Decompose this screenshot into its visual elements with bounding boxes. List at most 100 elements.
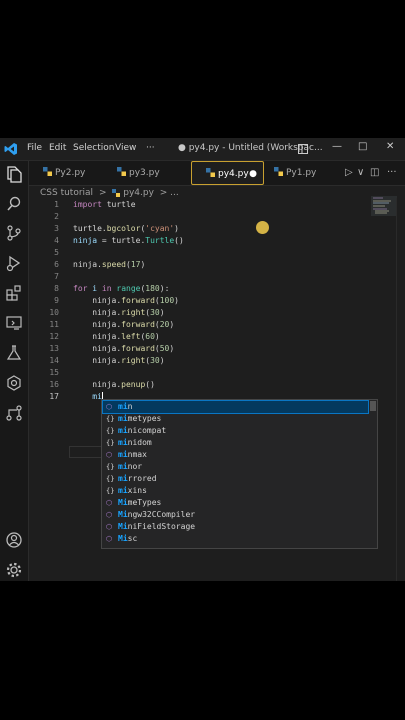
title-bar: File Edit Selection View ··· ● py4.py - … bbox=[0, 138, 405, 161]
suggestion-item[interactable]: ⬡ MiniFieldStorage bbox=[103, 521, 368, 533]
tab-label: py4.py bbox=[218, 169, 249, 179]
suggestion-item[interactable]: {} minicompat bbox=[103, 425, 368, 437]
source-control-icon[interactable] bbox=[5, 224, 23, 242]
run-debug-icon[interactable] bbox=[5, 254, 23, 272]
menu-more[interactable]: ··· bbox=[146, 143, 155, 153]
code-line: ninja.forward(50) bbox=[73, 344, 175, 353]
suggestion-item[interactable]: {} mirrored bbox=[103, 473, 368, 485]
testing-icon[interactable] bbox=[5, 344, 23, 362]
code-line: ninja.forward(20) bbox=[73, 320, 175, 329]
suggestion-item[interactable]: {} mixins bbox=[103, 485, 368, 497]
mouse-cursor-highlight bbox=[256, 221, 269, 234]
code-line: for i in range(180): bbox=[73, 284, 170, 293]
tab-py2[interactable]: Py2.py bbox=[43, 161, 103, 185]
symbol-cube-icon: ⬡ bbox=[106, 451, 113, 459]
python-file-icon bbox=[206, 168, 215, 177]
line-number: 8 bbox=[54, 284, 59, 293]
editor-scrollbar[interactable] bbox=[396, 198, 405, 581]
braces-icon: {} bbox=[106, 463, 115, 471]
run-python-button[interactable]: ▷ bbox=[345, 167, 353, 178]
account-icon[interactable] bbox=[5, 531, 23, 549]
python-file-icon bbox=[117, 167, 126, 176]
line-number: 15 bbox=[49, 368, 59, 377]
search-icon[interactable] bbox=[5, 195, 23, 213]
suggestion-item[interactable]: ⬡ min bbox=[102, 400, 369, 414]
symbol-cube-icon: ⬡ bbox=[106, 523, 113, 531]
more-actions-button[interactable]: ··· bbox=[387, 167, 397, 178]
breadcrumb-file[interactable]: py4.py bbox=[123, 188, 154, 198]
braces-icon: {} bbox=[106, 427, 115, 435]
maximize-button[interactable]: □ bbox=[358, 141, 367, 152]
explorer-icon[interactable] bbox=[5, 165, 23, 183]
symbol-cube-icon: ⬡ bbox=[106, 403, 113, 411]
code-line: ninja.speed(17) bbox=[73, 260, 146, 269]
line-number: 9 bbox=[54, 296, 59, 305]
line-number: 1 bbox=[54, 200, 59, 209]
line-number: 4 bbox=[54, 236, 59, 245]
symbol-cube-icon: ⬡ bbox=[106, 511, 113, 519]
breadcrumb-separator: > bbox=[98, 188, 107, 198]
symbol-cube-icon: ⬡ bbox=[106, 535, 113, 543]
line-number: 13 bbox=[49, 344, 59, 353]
activity-bar bbox=[0, 161, 29, 581]
extensions-icon[interactable] bbox=[5, 284, 23, 302]
tab-label: py3.py bbox=[129, 168, 160, 178]
tab-py4[interactable]: py4.py ● bbox=[191, 161, 264, 185]
code-line: ninja.right(30) bbox=[73, 308, 165, 317]
breadcrumb-folder[interactable]: CSS tutorial bbox=[40, 188, 93, 198]
layout-icon[interactable] bbox=[298, 144, 308, 154]
vscode-logo-icon[interactable] bbox=[4, 142, 18, 156]
python-file-icon bbox=[274, 167, 283, 176]
code-line: ninja.penup() bbox=[73, 380, 155, 389]
tab-py3[interactable]: py3.py bbox=[117, 161, 177, 185]
menu-edit[interactable]: Edit bbox=[49, 143, 66, 153]
remote-explorer-icon[interactable] bbox=[5, 314, 23, 332]
line-number: 17 bbox=[49, 392, 59, 401]
code-line: ninja.left(60) bbox=[73, 332, 160, 341]
line-number: 14 bbox=[49, 356, 59, 365]
suggestion-item[interactable]: {} mimetypes bbox=[103, 413, 368, 425]
braces-icon: {} bbox=[106, 475, 115, 483]
suggestion-item[interactable]: ⬡ MimeTypes bbox=[103, 497, 368, 509]
minimap[interactable] bbox=[371, 196, 397, 216]
tab-py1[interactable]: Py1.py bbox=[274, 161, 334, 185]
close-button[interactable]: ✕ bbox=[386, 141, 394, 152]
braces-icon: {} bbox=[106, 439, 115, 447]
line-number: 16 bbox=[49, 380, 59, 389]
line-number: 12 bbox=[49, 332, 59, 341]
run-dropdown-button[interactable]: ∨ bbox=[357, 167, 364, 178]
line-number: 6 bbox=[54, 260, 59, 269]
breadcrumb: CSS tutorial > py4.py > ... bbox=[40, 188, 179, 198]
braces-icon: {} bbox=[106, 415, 115, 423]
copilot-icon[interactable] bbox=[5, 374, 23, 392]
line-number: 3 bbox=[54, 224, 59, 233]
editor-tabs: Py2.py py3.py py4.py ● Py1.py ▷ ∨ ◫ ··· bbox=[29, 161, 405, 186]
autocomplete-suggestions[interactable]: ⬡ min {} mimetypes {} minicompat {} minidom … bbox=[101, 399, 378, 549]
python-file-icon bbox=[43, 167, 52, 176]
menu-file[interactable]: File bbox=[27, 143, 42, 153]
menu-selection[interactable]: Selection bbox=[73, 143, 114, 153]
github-icon[interactable] bbox=[5, 404, 23, 422]
settings-gear-icon[interactable] bbox=[5, 561, 23, 579]
suggestion-item[interactable]: ⬡ minmax bbox=[103, 449, 368, 461]
suggestion-item[interactable]: {} minidom bbox=[103, 437, 368, 449]
braces-icon: {} bbox=[106, 487, 115, 495]
suggestion-item[interactable]: {} minor bbox=[103, 461, 368, 473]
code-line: ninja.right(30) bbox=[73, 356, 165, 365]
code-line: ninja = turtle.Turtle() bbox=[73, 236, 184, 245]
menu-view[interactable]: View bbox=[115, 143, 136, 153]
code-line-typing[interactable]: mi bbox=[73, 392, 103, 401]
split-editor-button[interactable]: ◫ bbox=[370, 167, 379, 178]
minimize-button[interactable]: — bbox=[332, 141, 342, 152]
line-number: 5 bbox=[54, 248, 59, 257]
suggestions-scrollbar[interactable] bbox=[370, 401, 376, 411]
python-file-icon bbox=[112, 188, 121, 197]
unsaved-dot[interactable]: ● bbox=[249, 162, 257, 186]
suggestion-item[interactable]: ⬡ Mingw32CCompiler bbox=[103, 509, 368, 521]
line-number: 2 bbox=[54, 212, 59, 221]
line-number: 11 bbox=[49, 320, 59, 329]
breadcrumb-symbols[interactable]: > ... bbox=[160, 188, 179, 198]
suggestion-item[interactable]: ⬡ Misc bbox=[103, 533, 368, 545]
line-number: 10 bbox=[49, 308, 59, 317]
line-number: 7 bbox=[54, 272, 59, 281]
